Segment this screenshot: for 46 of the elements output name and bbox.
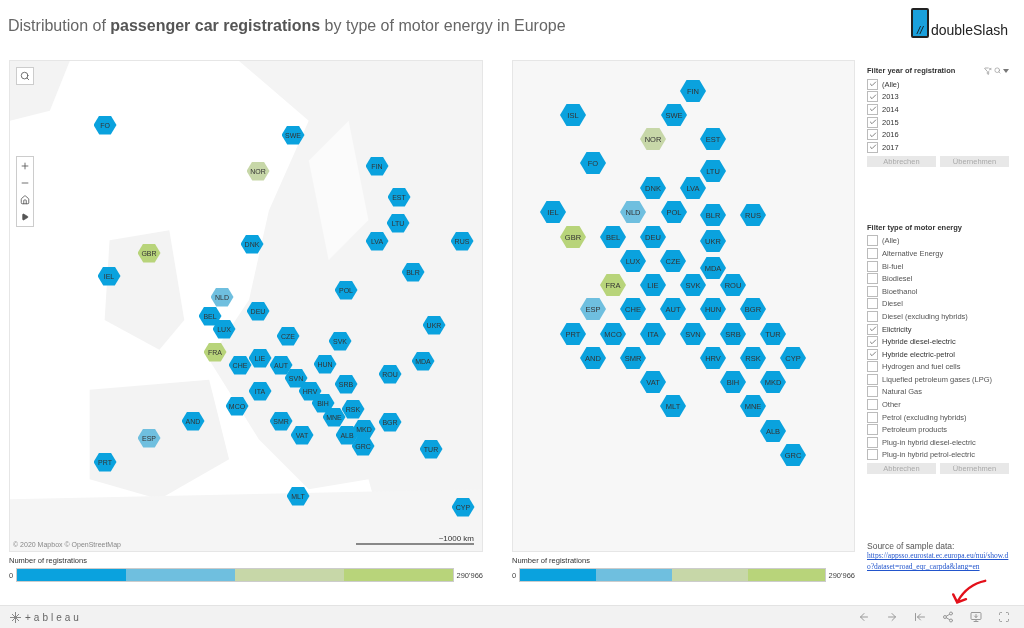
checkbox[interactable]: [867, 323, 878, 335]
fullscreen-icon: [998, 611, 1010, 623]
checkbox[interactable]: [867, 449, 878, 461]
search-icon: [20, 71, 30, 81]
plus-icon: [20, 161, 30, 171]
map-scale: ~1000 km: [356, 534, 474, 545]
map-search-button[interactable]: [16, 67, 34, 85]
checkbox[interactable]: [867, 411, 878, 423]
source-label: Source of sample data:: [867, 541, 956, 552]
brand-name: +ableau: [25, 611, 82, 623]
checkbox[interactable]: [867, 129, 878, 141]
checkbox[interactable]: [867, 260, 878, 272]
checkbox[interactable]: [867, 361, 878, 373]
checkbox[interactable]: [867, 298, 878, 310]
arrow-left-icon: [858, 611, 870, 623]
logo-mark: //: [910, 8, 929, 38]
checkbox[interactable]: [867, 141, 878, 153]
play-icon: [21, 213, 29, 221]
checkbox[interactable]: [867, 373, 878, 385]
checkbox[interactable]: [867, 78, 878, 90]
checkbox[interactable]: [867, 285, 878, 297]
dashboard-title: Distribution of passenger car registrations by type of motor energy in Europe: [8, 17, 566, 35]
checkbox[interactable]: [867, 91, 878, 103]
checkbox[interactable]: [867, 399, 878, 411]
download-icon: [970, 611, 982, 623]
clear-filter-icon[interactable]: [984, 66, 992, 75]
checkbox[interactable]: [867, 116, 878, 128]
checkbox[interactable]: [867, 436, 878, 448]
checkbox[interactable]: [867, 310, 878, 322]
checkbox[interactable]: [867, 104, 878, 115]
home-icon: [20, 195, 30, 205]
tableau-logo-icon: [10, 611, 21, 623]
checkbox[interactable]: [867, 273, 878, 285]
checkbox[interactable]: [867, 247, 878, 259]
search-icon[interactable]: [994, 67, 1001, 74]
home-button[interactable]: [18, 193, 32, 207]
checkbox[interactable]: [867, 336, 878, 348]
share-icon: [942, 611, 954, 623]
caret-icon[interactable]: [1003, 68, 1009, 73]
checkbox[interactable]: [867, 348, 878, 360]
logo-name: doubleSlash: [930, 22, 1008, 38]
checkbox[interactable]: [867, 424, 878, 436]
arrow-to-line-icon: [914, 611, 926, 623]
checkbox[interactable]: [867, 386, 878, 398]
arrow-right-icon: [886, 611, 898, 623]
checkbox[interactable]: [867, 235, 878, 247]
